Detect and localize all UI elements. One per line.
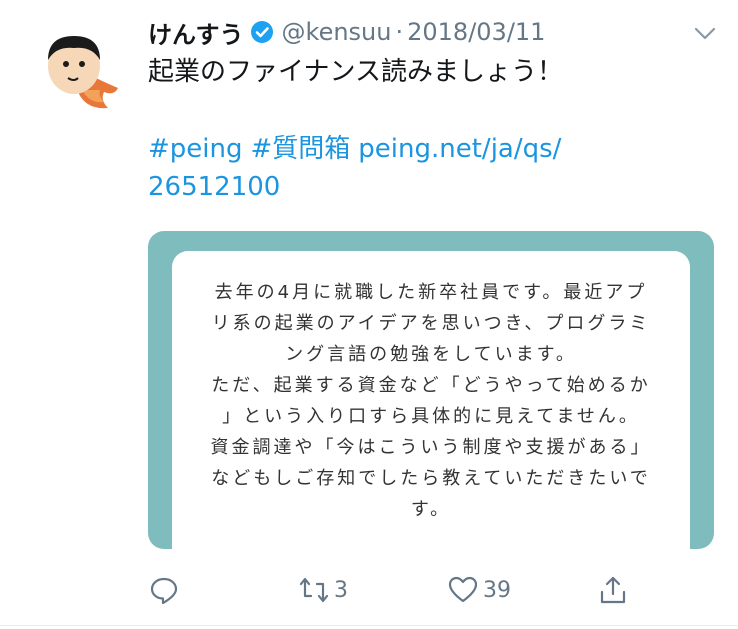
tweet-links: #peing #質問箱 peing.net/ja/qs/ 26512100 [148,130,708,206]
link-url[interactable]: peing.net/ja/qs/ [358,134,561,164]
hashtag-peing[interactable]: #peing [148,134,243,164]
link-url-continued[interactable]: 26512100 [148,168,700,206]
tweet-header: けんすう @kensuu · 2018/03/11 [148,12,545,52]
like-count: 39 [483,577,511,603]
chevron-down-icon[interactable] [690,18,720,48]
tweet-date[interactable]: 2018/03/11 [407,18,545,46]
question-line: リ系の起業のアイデアを思いつき、プログラミ [211,313,651,334]
reply-button[interactable] [148,570,180,610]
share-icon [600,576,626,604]
avatar-illustration [48,36,118,109]
tweet-actions: 3 39 [0,570,738,610]
share-button[interactable] [597,570,629,610]
question-line: 資金調達や「今はこういう制度や支援がある」 [210,437,652,458]
retweet-icon [299,577,329,603]
user-handle[interactable]: @kensuu [282,18,392,46]
avatar[interactable] [38,22,122,114]
verified-badge-icon [250,21,273,43]
hashtag-question-box[interactable]: #質問箱 [251,134,351,164]
reply-icon [150,577,178,605]
question-line: す。 [410,499,452,520]
question-line: ただ、起業する資金など「どうやって始めるか [211,375,651,396]
question-card: 去年の4月に就職した新卒社員です。最近アプ リ系の起業のアイデアを思いつき、プロ… [172,251,690,549]
retweet-button[interactable]: 3 [298,570,348,610]
retweet-count: 3 [334,577,348,603]
like-button[interactable]: 39 [447,570,511,610]
question-line: などもしご存知でしたら教えていただきたいで [211,468,651,489]
divider [0,625,738,626]
attached-image[interactable]: 去年の4月に就職した新卒社員です。最近アプ リ系の起業のアイデアを思いつき、プロ… [148,231,714,549]
question-line: 」という入り口すら具体的に見えてません。 [222,406,640,427]
separator-dot: · [395,18,404,46]
question-line: 去年の4月に就職した新卒社員です。最近アプ [214,282,648,303]
question-text: 去年の4月に就職した新卒社員です。最近アプ リ系の起業のアイデアを思いつき、プロ… [172,277,690,525]
display-name[interactable]: けんすう [148,15,244,50]
question-line: ング言語の勉強をしています。 [285,344,577,365]
heart-icon [448,576,478,603]
tweet-text: 起業のファイナンス読みましょう！ [148,57,563,87]
tweet: けんすう @kensuu · 2018/03/11 起業のファイナンス読みましょ… [0,0,738,629]
